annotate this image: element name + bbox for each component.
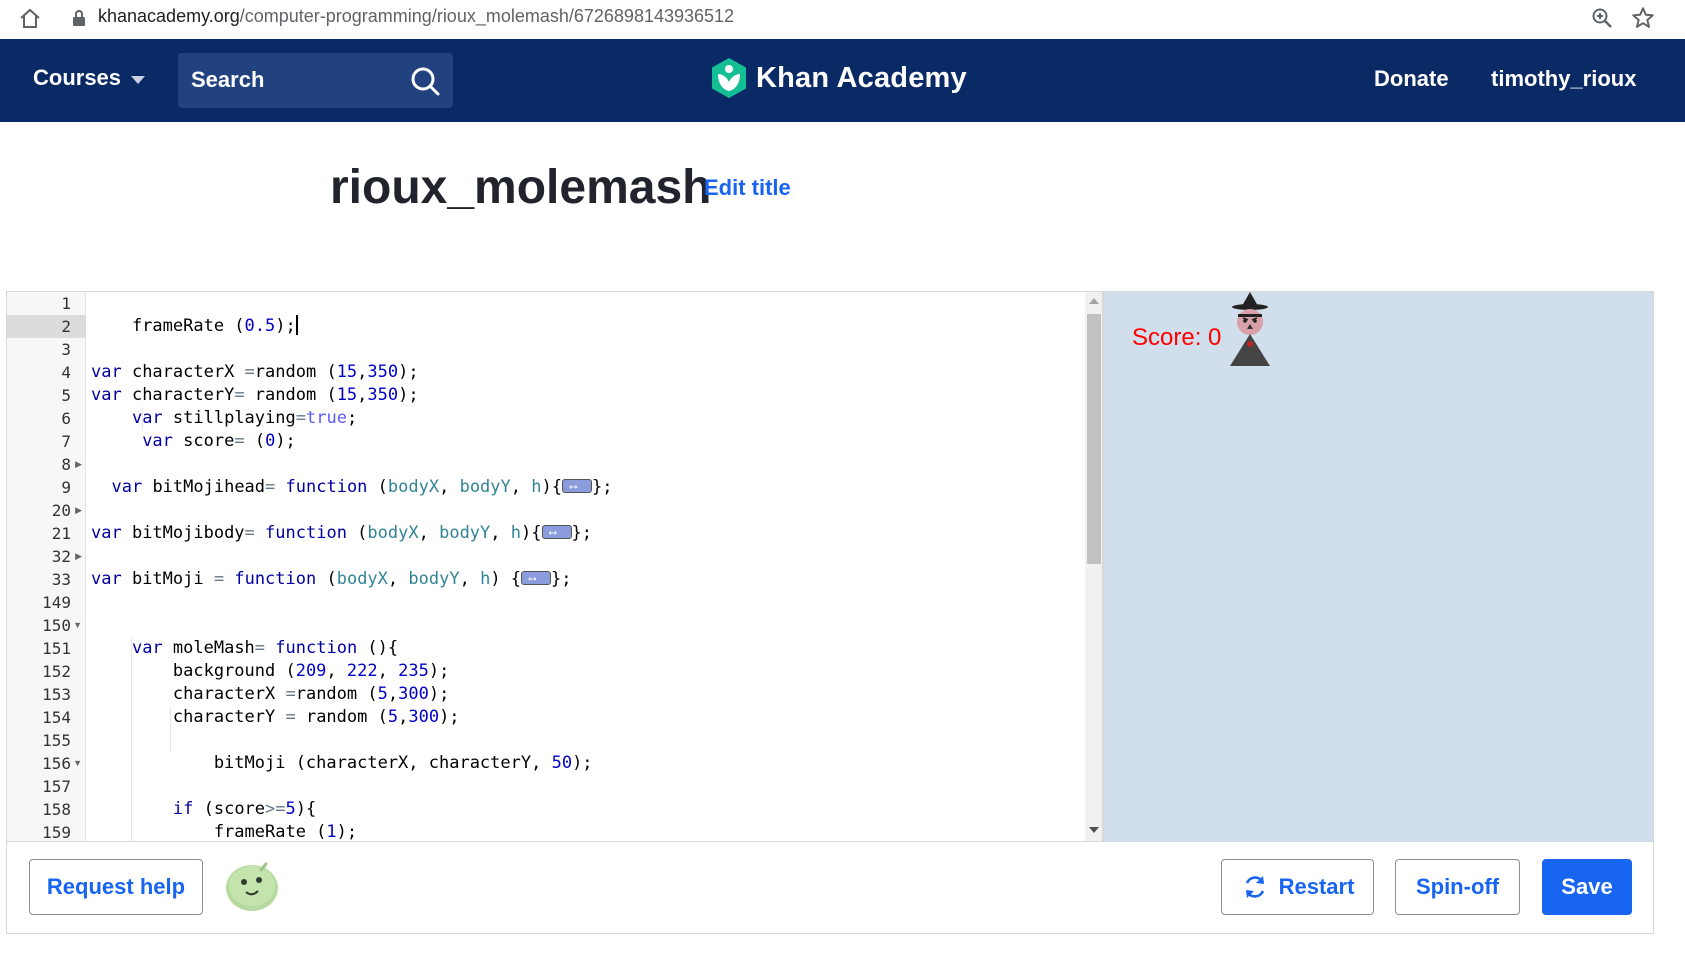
bookmark-star-icon[interactable] (1630, 5, 1656, 31)
code-line: background (209, 222, 235); (91, 661, 450, 681)
code-line: var characterX =random (15,350); (91, 362, 419, 382)
search-icon[interactable] (409, 65, 441, 97)
code-line: if (score>=5){ (172, 799, 317, 819)
code-line: var moleMash= function (){ (131, 638, 399, 658)
code-area[interactable]: frameRate (0.5); var characterX =random … (91, 292, 1086, 841)
line-number: 158 (42, 800, 71, 819)
line-number: 150 (42, 616, 71, 635)
folded-code-widget[interactable] (561, 475, 592, 498)
save-button[interactable]: Save (1542, 859, 1632, 915)
score-text: Score: 0 (1132, 324, 1222, 351)
line-number: 33 (51, 570, 71, 589)
line-number: 5 (61, 386, 71, 405)
zoom-icon[interactable] (1590, 6, 1614, 30)
line-number: 2 (61, 317, 71, 336)
code-line: var stillplaying=true; (131, 408, 358, 428)
url-host: khanacademy.org (98, 6, 240, 26)
edit-title-link[interactable]: Edit title (704, 175, 791, 201)
project-title: rioux_molemash (330, 161, 712, 214)
refresh-icon (1245, 876, 1264, 898)
line-number: 151 (42, 639, 71, 658)
code-line: frameRate (1); (91, 822, 358, 842)
code-line: var score= (0); (142, 431, 296, 451)
home-icon[interactable] (18, 7, 42, 31)
code-line: frameRate (0.5); (91, 314, 298, 336)
line-number: 156 (42, 754, 71, 773)
code-line: var bitMojibody= function (bodyX, bodyY,… (91, 521, 592, 545)
browser-address-bar: khanacademy.org/computer-programming/rio… (0, 0, 1685, 39)
line-number: 157 (42, 777, 71, 796)
scroll-up-arrow-icon[interactable] (1089, 298, 1099, 304)
logo-text: Khan Academy (756, 61, 967, 94)
user-menu[interactable]: timothy_rioux (1491, 66, 1636, 92)
restart-label: Restart (1278, 874, 1355, 899)
avatar[interactable] (224, 862, 280, 912)
chevron-down-icon (131, 75, 146, 84)
witch-character-icon (1230, 292, 1270, 366)
fold-arrow-icon[interactable]: ▶ (75, 453, 82, 476)
fold-arrow-icon[interactable]: ▼ (73, 614, 82, 637)
code-line: var characterY= random (15,350); (91, 385, 419, 405)
line-number: 153 (42, 685, 71, 704)
line-number: 159 (42, 823, 71, 842)
line-number-gutter: 1 2 3 4 5 6 7 8 9 20 21 32 33 149 150 151 152 153 154 155 15… (7, 292, 86, 841)
program-output-canvas[interactable]: Score: 0 (1103, 291, 1654, 842)
code-line: var bitMojihead= function (bodyX, bodyY,… (91, 475, 612, 499)
courses-menu[interactable]: Courses (33, 65, 146, 91)
line-number: 154 (42, 708, 71, 727)
lock-icon[interactable] (72, 9, 86, 27)
fold-arrow-icon[interactable]: ▶ (75, 545, 82, 568)
line-number: 152 (42, 662, 71, 681)
line-number: 149 (42, 593, 71, 612)
code-line: bitMoji (characterX, characterY, 50); (91, 753, 593, 773)
line-number: 20 (51, 501, 71, 520)
scroll-down-arrow-icon[interactable] (1089, 827, 1099, 833)
khan-leaf-logo-icon (712, 58, 746, 98)
code-line: characterY = random (5,300); (91, 707, 460, 727)
line-number: 8 (61, 455, 71, 474)
donate-link[interactable]: Donate (1374, 66, 1449, 92)
spin-off-button[interactable]: Spin-off (1395, 859, 1520, 915)
text-cursor (295, 314, 298, 335)
line-number: 7 (61, 432, 71, 451)
top-navigation: Courses Search Khan Academy Donate timot… (0, 39, 1685, 122)
line-number: 3 (61, 340, 71, 359)
request-help-button[interactable]: Request help (29, 859, 203, 915)
restart-button[interactable]: Restart (1221, 859, 1374, 915)
line-number: 1 (61, 294, 71, 313)
url-field[interactable]: khanacademy.org/computer-programming/rio… (98, 6, 734, 27)
folded-code-widget[interactable] (521, 567, 552, 590)
editor-toolbar: Request help Restart Spin-off Save (6, 842, 1654, 934)
code-editor[interactable]: 1 2 3 4 5 6 7 8 9 20 21 32 33 149 150 151 152 153 154 155 15… (6, 291, 1103, 842)
line-number: 32 (51, 547, 71, 566)
line-number: 4 (61, 363, 71, 382)
url-path: /computer-programming/rioux_molemash/672… (239, 6, 735, 26)
code-line: characterX =random (5,300); (91, 684, 450, 704)
editor-scrollbar[interactable] (1085, 292, 1102, 841)
courses-label: Courses (33, 65, 122, 90)
code-line: var bitMoji = function (bodyX, bodyY, h)… (91, 567, 572, 591)
line-number: 6 (61, 409, 71, 428)
search-label: Search (191, 67, 265, 92)
fold-arrow-icon[interactable]: ▼ (73, 752, 82, 775)
line-number: 9 (61, 478, 71, 497)
scrollbar-thumb[interactable] (1087, 314, 1101, 564)
folded-code-widget[interactable] (541, 521, 572, 544)
fold-arrow-icon[interactable]: ▶ (75, 499, 82, 522)
line-number: 21 (51, 524, 71, 543)
khan-academy-logo[interactable]: Khan Academy (710, 57, 967, 99)
line-number: 155 (42, 731, 71, 750)
search-box[interactable]: Search (178, 53, 453, 108)
